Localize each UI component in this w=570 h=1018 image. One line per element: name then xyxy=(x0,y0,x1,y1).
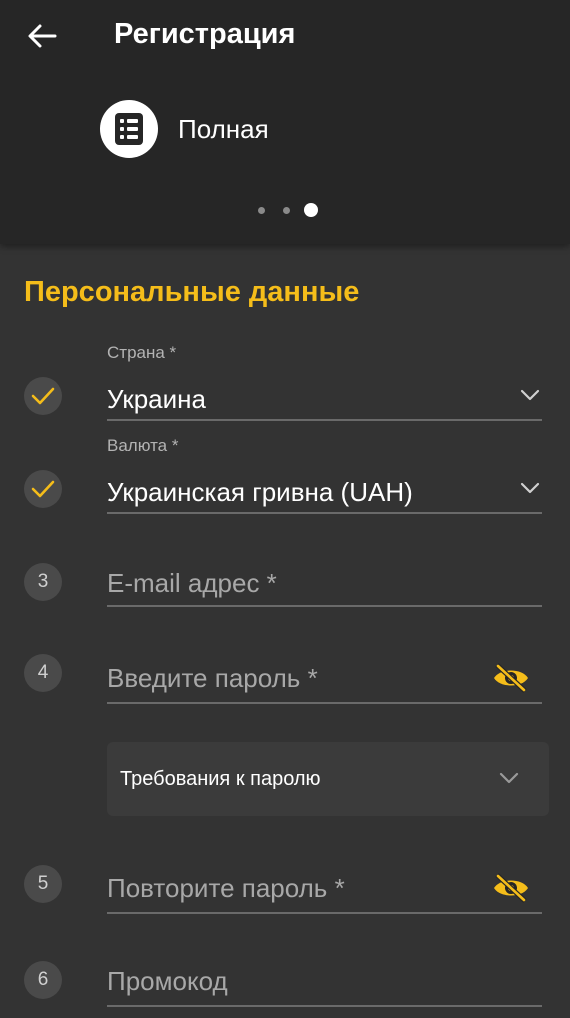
promo-step-number: 6 xyxy=(24,961,62,999)
password-field[interactable]: Введите пароль * xyxy=(107,655,542,704)
section-title: Персональные данные xyxy=(24,276,360,308)
chevron-down-icon xyxy=(520,389,540,401)
page-dot-2[interactable] xyxy=(283,207,290,214)
promo-field[interactable]: Промокод xyxy=(107,958,542,1007)
registration-type-badge xyxy=(100,100,158,158)
chevron-down-icon xyxy=(520,482,540,494)
page-title: Регистрация xyxy=(114,18,296,50)
country-label: Страна * xyxy=(107,343,177,362)
chevron-down-icon xyxy=(499,772,519,784)
currency-label: Валюта * xyxy=(107,436,179,455)
eye-off-icon[interactable] xyxy=(492,873,530,903)
promo-placeholder: Промокод xyxy=(107,966,228,996)
list-icon xyxy=(115,113,143,145)
country-select[interactable]: Украина xyxy=(107,380,542,421)
email-step-number: 3 xyxy=(24,563,62,601)
app-header: Регистрация Полная xyxy=(0,0,570,244)
password-step-number: 4 xyxy=(24,654,62,692)
password-repeat-placeholder: Повторите пароль * xyxy=(107,873,345,903)
password-repeat-step-number: 5 xyxy=(24,865,62,903)
eye-off-icon[interactable] xyxy=(492,663,530,693)
password-requirements-accordion[interactable]: Требования к паролю xyxy=(107,742,549,816)
check-icon xyxy=(31,480,55,498)
page-indicator xyxy=(0,202,570,218)
email-placeholder: E-mail адрес * xyxy=(107,568,277,598)
page-dot-3-active[interactable] xyxy=(304,203,318,217)
currency-done-indicator xyxy=(24,470,62,508)
back-button[interactable] xyxy=(20,16,64,56)
page-dot-1[interactable] xyxy=(258,207,265,214)
registration-type-selector[interactable]: Полная xyxy=(100,100,269,158)
password-repeat-field[interactable]: Повторите пароль * xyxy=(107,865,542,914)
password-requirements-label: Требования к паролю xyxy=(120,768,321,790)
arrow-left-icon xyxy=(28,24,57,48)
check-icon xyxy=(31,387,55,405)
registration-type-label: Полная xyxy=(178,113,269,144)
currency-value: Украинская гривна (UAH) xyxy=(107,477,413,507)
country-value: Украина xyxy=(107,384,206,414)
currency-select[interactable]: Украинская гривна (UAH) xyxy=(107,473,542,514)
email-field[interactable]: E-mail адрес * xyxy=(107,560,542,607)
password-placeholder: Введите пароль * xyxy=(107,663,318,693)
country-done-indicator xyxy=(24,377,62,415)
